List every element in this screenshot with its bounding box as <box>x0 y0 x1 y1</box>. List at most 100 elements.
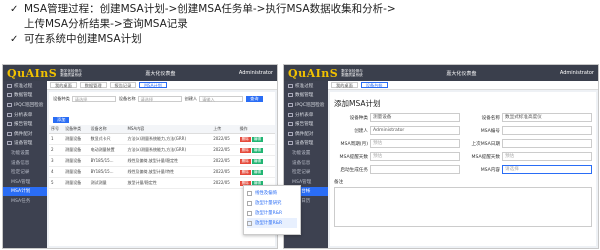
brand-text: 数字化检测与 数据质量系统 <box>60 68 82 78</box>
note-label: 备注 <box>334 180 344 185</box>
menu-icon <box>288 102 293 107</box>
msa-content-select[interactable]: 请选择 <box>502 165 592 174</box>
menu-icon <box>7 93 12 98</box>
query-button[interactable]: 查询 <box>246 96 263 102</box>
header-title: 嘉大化仪表盘 <box>145 70 176 77</box>
sidebar-item[interactable]: 设备管理 <box>3 139 47 149</box>
table-row: 4 测量设备 BY185/15... 线性及偏倚,放型计量/特性 2022/05 删除 编辑 <box>49 166 275 178</box>
delete-button[interactable]: 删除 <box>239 136 251 142</box>
dropdown-option[interactable]: 放型计量R&R <box>247 218 297 228</box>
tab-msa-plan[interactable]: MSA计划 <box>139 81 167 89</box>
msa-plan-table: 序号 设备种类 设备名称 MSA内容 上传 操作 1 测量设备 数显式卡尺 方法(x)测量系统能… <box>49 125 275 189</box>
sidebar-item[interactable]: 校准过程 <box>3 81 47 91</box>
sidebar-item[interactable]: 校准过程 <box>284 81 328 91</box>
delete-button[interactable]: 删除 <box>239 158 251 164</box>
equipment-type-field[interactable]: 测量设备 <box>370 113 460 122</box>
sidebar-item[interactable]: 报告管理 <box>3 119 47 129</box>
bullet-process: MSA管理过程：创建MSA计划->创建MSA任务单->执行MSA数据收集和分析-… <box>24 3 396 15</box>
menu-icon <box>7 102 12 107</box>
menu-icon <box>288 93 293 98</box>
edit-button[interactable]: 编辑 <box>251 169 263 175</box>
filter-form: 设备种类 请选择 设备名称 请选择 创建人 请输入 查询 <box>49 92 275 106</box>
menu-icon <box>288 141 293 146</box>
dropdown-option[interactable]: 线性及偏倚 <box>247 188 297 198</box>
sidebar-item[interactable]: IPQC巡回检验 <box>3 100 47 110</box>
sidebar-subitem[interactable]: 设备信息 <box>284 158 328 168</box>
tab-equipment-ledger[interactable]: 设备台帐 <box>360 81 388 89</box>
msa-number-field[interactable] <box>502 126 592 135</box>
bullet-create: 可在系统中创建MSA计划 <box>24 33 142 45</box>
check-icon: ✓ <box>10 4 19 15</box>
tab-desktop[interactable]: 我的桌面 <box>331 81 358 89</box>
edit-button[interactable]: 编辑 <box>251 136 263 142</box>
note-textarea[interactable] <box>334 187 592 227</box>
user-name[interactable]: Administrator <box>560 70 594 76</box>
menu-icon <box>288 122 293 127</box>
checkbox[interactable] <box>247 220 252 226</box>
sidebar-item[interactable]: 报告管理 <box>284 119 328 129</box>
dropdown-option[interactable]: 放型计量研究 <box>247 198 297 208</box>
sidebar: 校准过程 数据管理 IPQC巡回检验 分析表单 报告管理 偶件配对 设备管理 功… <box>3 81 47 248</box>
sidebar-item[interactable]: 设备管理 <box>284 139 328 149</box>
tab-data[interactable]: 数据管理 <box>79 81 107 89</box>
checkbox[interactable] <box>247 210 252 216</box>
dropdown-option[interactable]: 放型计量R&R <box>247 208 297 218</box>
sidebar-item[interactable]: 分析表单 <box>284 110 328 120</box>
sidebar-item[interactable]: 数据管理 <box>284 91 328 101</box>
app-header: QuAInS 数字化检测与 数据质量系统 嘉大化仪表盘 Administrator <box>3 65 277 81</box>
sidebar-item-msa-plan[interactable]: MSA计划 <box>3 186 47 197</box>
check-icon: ✓ <box>10 34 19 45</box>
menu-icon <box>7 83 12 88</box>
sidebar-subitem[interactable]: MSA管理 <box>3 177 47 187</box>
edit-button[interactable]: 编辑 <box>251 158 263 164</box>
bullet-list: ✓ MSA管理过程：创建MSA计划->创建MSA任务单->执行MSA数据收集和分析… <box>10 2 396 47</box>
delete-button[interactable]: 删除 <box>239 169 251 175</box>
app-logo: QuAInS <box>7 66 58 80</box>
equipment-name-select[interactable]: 请选择 <box>137 96 182 102</box>
user-name[interactable]: Administrator <box>239 70 273 76</box>
sidebar-item[interactable]: 分析表单 <box>3 110 47 120</box>
sidebar-item[interactable]: 偶件配对 <box>3 129 47 139</box>
sidebar-item[interactable]: IPQC巡回检验 <box>284 100 328 110</box>
last-msa-date-field[interactable] <box>502 139 592 148</box>
equipment-type-select[interactable]: 请选择 <box>71 96 116 102</box>
msa-remind-days-field[interactable]: 预估 <box>370 152 460 161</box>
add-button[interactable]: 添加 <box>53 117 70 123</box>
sidebar-item[interactable]: 偶件配对 <box>284 129 328 139</box>
sidebar-subitem[interactable]: 检定记录 <box>284 167 328 177</box>
msa-cycle-field[interactable]: 预估 <box>370 139 460 148</box>
table-row: 5 测量设备 测试测量 放型计量/稳定性 2022/05 删除 编辑 <box>49 177 275 189</box>
creator-field[interactable]: Administrator <box>370 126 460 135</box>
menu-icon <box>7 112 12 117</box>
table-row: 3 测量设备 BY185/15... 线性及偏倚,放型计量/稳定性 2022/05 删除编… <box>49 155 275 167</box>
brand-text: 数字化检测与 数据质量系统 <box>341 68 363 78</box>
menu-icon <box>288 112 293 117</box>
tab-report[interactable]: 报告记录 <box>109 81 137 89</box>
tab-bar: 我的桌面 设备台帐 <box>328 81 598 90</box>
sidebar-subitem[interactable]: 检定记录 <box>3 167 47 177</box>
msa-plan-list-screen: QuAInS 数字化检测与 数据质量系统 嘉大化仪表盘 Administrator… <box>2 64 278 249</box>
msa-content-dropdown: 线性及偏倚 放型计量研究 放型计量R&R 放型计量R&R <box>243 185 301 235</box>
sidebar-subitem[interactable]: MSA任务 <box>3 196 47 206</box>
app-logo: QuAInS <box>288 66 339 80</box>
add-plan-form: 添加MSA计划 设备种类 测量设备 设备名称 数显式标准高度仪 创建人 Adminis… <box>330 92 596 246</box>
edit-button[interactable]: 编辑 <box>251 147 263 153</box>
msa-remind-days-field-2[interactable]: 预估 <box>502 152 592 161</box>
delete-button[interactable]: 删除 <box>239 147 251 153</box>
table-row: 1 测量设备 数显式卡尺 方法(x)测量系统能力,方法(GRR) 2022/05 删除 编辑 <box>49 133 275 145</box>
tab-desktop[interactable]: 我的桌面 <box>50 81 77 89</box>
form-title: 添加MSA计划 <box>334 99 381 108</box>
sidebar-subitem[interactable]: 功能设置 <box>284 148 328 158</box>
auto-generate-task-toggle[interactable] <box>370 165 460 174</box>
sidebar-subitem[interactable]: 设备信息 <box>3 158 47 168</box>
equipment-name-field[interactable]: 数显式标准高度仪 <box>502 113 592 122</box>
sidebar-subitem[interactable]: 功能设置 <box>3 148 47 158</box>
bullet-process-cont: 上传MSA分析结果->查询MSA记录 <box>24 18 188 30</box>
checkbox[interactable] <box>247 190 252 196</box>
checkbox[interactable] <box>247 200 252 206</box>
header-title: 嘉大化仪表盘 <box>446 70 477 77</box>
creator-input[interactable]: 请输入 <box>199 96 244 102</box>
table-row: 2 测量设备 电动测量装置 方法(x)测量系统能力,方法(GRR) 2022/05 删除编… <box>49 144 275 156</box>
menu-icon <box>7 131 12 136</box>
sidebar-item[interactable]: 数据管理 <box>3 91 47 101</box>
